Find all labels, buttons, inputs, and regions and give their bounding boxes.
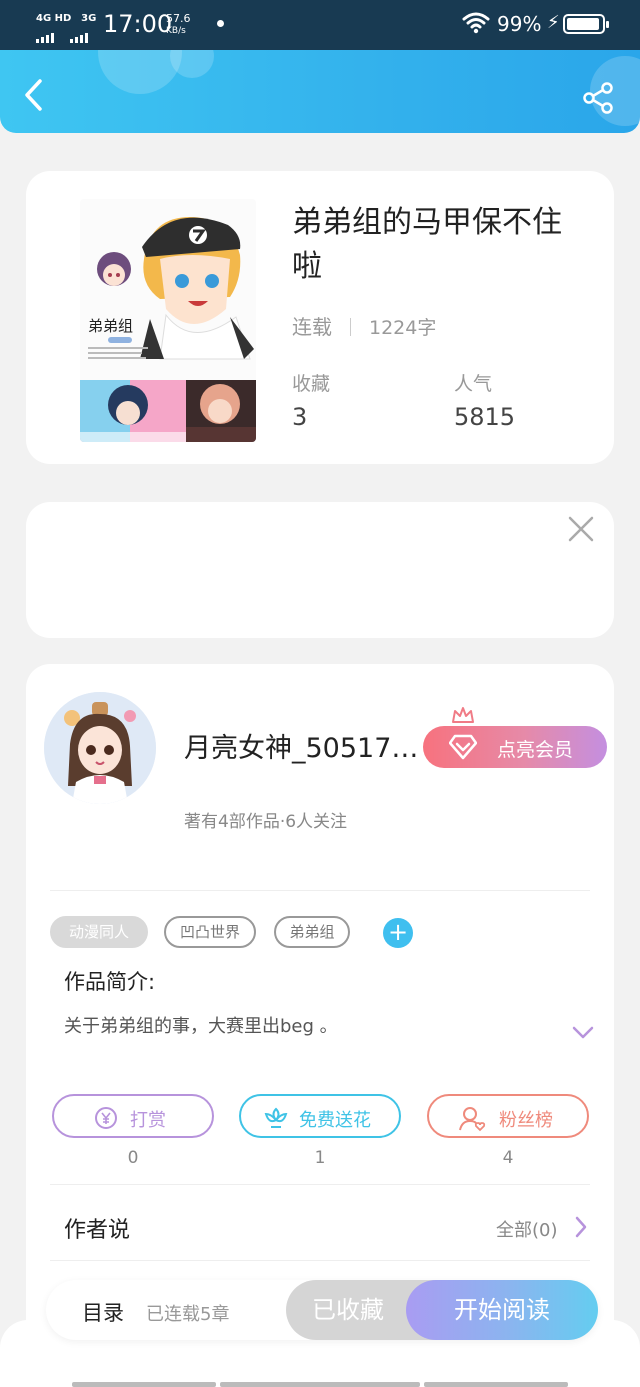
fan-count: 4 [502,1148,514,1168]
status-bar: 4G HD 3G 17:00 57.6 KB/s 99% ⚡ [0,0,640,50]
book-title: 弟弟组的马甲保不住啦 [292,205,562,284]
crown-icon [452,707,474,723]
favorites-label: 收藏 [292,373,331,395]
bottom-action-bar: 目录 已连载5章 已收藏 开始阅读 [46,1280,598,1340]
avatar-image [44,692,156,804]
network-speed: 57.6 KB/s [166,13,191,37]
popularity-count: 5815 [454,403,516,431]
vip-label: 点亮会员 [497,739,574,761]
intro-label: 作品简介: [64,970,156,994]
signal-icon-2 [70,24,90,43]
divider [50,1260,590,1261]
wifi-icon [462,12,490,34]
tip-label: 打赏 [130,1110,166,1131]
network2-label: 3G [81,13,97,24]
book-cover[interactable]: 弟弟组 [80,199,256,442]
divider [350,318,351,336]
fan-ranking-button[interactable]: 粉丝榜 [427,1094,589,1138]
book-status-line: 连载 1224字 [292,311,436,340]
yen-icon [95,1107,117,1129]
chapter-count: 已连载5章 [146,1304,230,1325]
signal-icon [36,24,56,43]
send-flower-button[interactable]: 免费送花 [239,1094,401,1138]
tag-item[interactable]: 弟弟组 [274,916,350,948]
network-indicator: 4G HD 3G [36,12,96,24]
back-icon[interactable] [18,78,52,112]
tip-count: 0 [127,1148,139,1168]
vip-button[interactable]: 点亮会员 [423,726,607,768]
intro-text: 关于弟弟组的事，大赛里出beg 。 [64,1016,338,1037]
collected-label: 已收藏 [312,1296,384,1324]
ad-card [26,502,614,638]
start-reading-button[interactable]: 开始阅读 [406,1280,598,1340]
author-name[interactable]: 月亮女神_50517… [184,726,424,765]
word-count: 1224字 [369,317,437,339]
clock: 17:00 [103,10,173,38]
cover-title: 弟弟组 [88,317,133,335]
author-card: 月亮女神_50517… 点亮会员 著有4部作品·6人关注 动漫同人 凹凸世界 弟… [26,664,614,1364]
notification-dot [217,20,224,27]
divider [50,890,590,891]
bottom-indicator [424,1382,568,1387]
close-icon[interactable] [568,516,594,542]
author-says-all-link[interactable]: 全部(0) [496,1216,558,1242]
network-label: 4G HD [36,13,72,24]
tag-item[interactable]: 凹凸世界 [164,916,256,948]
speed-unit: KB/s [166,26,186,36]
chevron-right-icon[interactable] [574,1216,588,1238]
add-tag-button[interactable]: + [383,918,413,948]
author-says-title: 作者说 [64,1218,131,1243]
speed-value: 57.6 [166,12,191,25]
bottom-indicator [72,1382,216,1387]
bottom-indicator [220,1382,420,1387]
battery-icon [563,14,609,34]
tag-category[interactable]: 动漫同人 [50,916,148,948]
serial-status: 连载 [292,315,332,339]
flower-count: 1 [314,1148,326,1168]
divider [50,1184,590,1185]
battery-percent: 99% [497,12,542,36]
top-header [0,50,640,133]
book-info-card: 弟弟组 弟弟组的马甲保不住啦 连载 1224字 收藏 3 人气 5815 [26,171,614,464]
fan-ranking-label: 粉丝榜 [499,1110,553,1131]
popularity-label: 人气 [454,373,493,395]
user-heart-icon [459,1107,486,1132]
share-icon[interactable] [580,80,616,116]
tip-button[interactable]: 打赏 [52,1094,214,1138]
flower-icon [264,1107,288,1128]
send-flower-label: 免费送花 [299,1110,371,1131]
favorites-count: 3 [292,403,308,431]
chevron-down-icon[interactable] [572,1026,594,1040]
avatar[interactable] [44,692,156,804]
diamond-icon [449,734,477,760]
cover-image: 弟弟组 [80,199,256,442]
author-meta: 著有4部作品·6人关注 [184,812,348,832]
charging-icon: ⚡ [547,12,560,33]
decor-bubble [170,50,214,78]
toc-button[interactable]: 目录 [82,1297,124,1327]
